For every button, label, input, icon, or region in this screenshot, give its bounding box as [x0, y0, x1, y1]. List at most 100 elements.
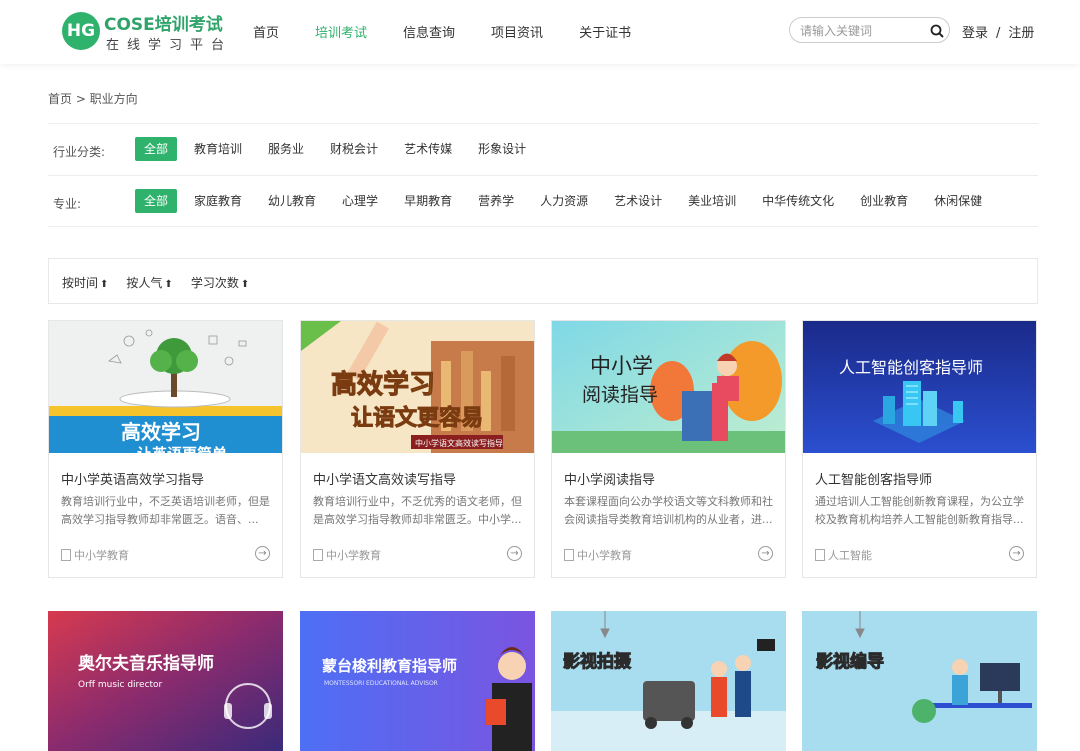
course-title[interactable]: 中小学阅读指导 [564, 469, 655, 488]
major-option-all[interactable]: 全部 [135, 189, 178, 213]
main-nav: 首页 培训考试 信息查询 项目资讯 关于证书 [253, 22, 667, 41]
arrow-right-circle-icon[interactable]: → [507, 546, 522, 561]
course-tag-label: 中小学教育 [326, 549, 381, 562]
course-description: 通过培训人工智能创新教育课程，为公立学校及教育机构培养人工智能创新教育指导... [815, 495, 1024, 526]
course-card[interactable]: 高效学习 让英语更简单 中小学英语高效学习指导 教育培训行业中，不乏英语培训老师… [48, 320, 283, 578]
course-cover-image: 中小学 阅读指导 [552, 321, 785, 453]
logo-title: COSE培训考试 [104, 15, 223, 35]
cover-text: 奥尔夫音乐指导师 [78, 653, 214, 674]
course-tag-label: 人工智能 [828, 549, 872, 562]
breadcrumb[interactable]: 首页 > 职业方向 [48, 90, 138, 107]
industry-option[interactable]: 财税会计 [321, 137, 387, 161]
course-cover-image: 高效学习 让英语更简单 [49, 321, 282, 453]
arrow-right-circle-icon[interactable]: → [255, 546, 270, 561]
course-title[interactable]: 中小学英语高效学习指导 [61, 469, 204, 488]
document-icon [61, 549, 71, 561]
cover-text: 高效学习 [121, 420, 201, 444]
cover-text: 人工智能创客指导师 [839, 358, 983, 377]
industry-filter-label: 行业分类: [53, 145, 106, 159]
document-icon [313, 549, 323, 561]
course-tag: 中小学教育 [564, 547, 632, 563]
industry-option[interactable]: 教育培训 [185, 137, 251, 161]
arrow-right-circle-icon[interactable]: → [1009, 546, 1024, 561]
nav-about-certificate[interactable]: 关于证书 [579, 22, 631, 41]
course-tag: 人工智能 [815, 547, 872, 563]
major-option[interactable]: 中华传统文化 [753, 189, 843, 213]
course-card[interactable]: 高效学习 让语文更容易 中小学语文高效读写指导 中小学语文高效读写指导 教育培训… [300, 320, 535, 578]
nav-training-exam[interactable]: 培训考试 [315, 22, 367, 41]
document-icon [564, 549, 574, 561]
course-cover-image: 人工智能创客指导师 [803, 321, 1036, 453]
top-header: HG COSE培训考试 在线学习平台 首页 培训考试 信息查询 项目资讯 关于证… [0, 0, 1080, 64]
cover-text: 中小学 [590, 354, 653, 378]
search-input[interactable] [800, 22, 925, 39]
nav-info-query[interactable]: 信息查询 [403, 22, 455, 41]
sort-label: 按时间 [62, 276, 99, 290]
course-description: 本套课程面向公办学校语文等文科教师和社会阅读指导类教育培训机构的从业者，进... [564, 495, 773, 526]
sort-label: 按人气 [126, 276, 163, 290]
cover-text: 影视编导 [816, 651, 884, 672]
major-option[interactable]: 人力资源 [531, 189, 597, 213]
sort-by-time[interactable]: 按时间 ⬆ [62, 274, 108, 291]
course-card-cover[interactable]: 影视编导 [802, 611, 1037, 751]
major-option[interactable]: 家庭教育 [185, 189, 251, 213]
login-link[interactable]: 登录 [962, 26, 988, 41]
course-cover-image: 高效学习 让语文更容易 中小学语文高效读写指导 [301, 321, 534, 453]
nav-project-news[interactable]: 项目资讯 [491, 22, 543, 41]
sort-by-study-count[interactable]: 学习次数 ⬆ [191, 274, 249, 291]
cover-subtext: 阅读指导 [582, 384, 658, 406]
sort-arrow-icon: ⬆ [164, 279, 173, 290]
course-card[interactable]: 中小学 阅读指导 中小学阅读指导 本套课程面向公办学校语文等文科教师和社会阅读指… [551, 320, 786, 578]
major-option[interactable]: 休闲保健 [925, 189, 991, 213]
sort-bar: 按时间 ⬆ 按人气 ⬆ 学习次数 ⬆ [48, 258, 1038, 304]
course-card-cover[interactable]: 蒙台梭利教育指导师 MONTESSORI EDUCATIONAL ADVISOR [300, 611, 535, 751]
industry-option[interactable]: 形象设计 [469, 137, 535, 161]
nav-home[interactable]: 首页 [253, 22, 279, 41]
auth-links: 登录 / 注册 [962, 22, 1034, 41]
industry-option-all[interactable]: 全部 [135, 137, 178, 161]
cover-small-text: 中小学语文高效读写指导 [415, 438, 503, 448]
course-tag-label: 中小学教育 [74, 549, 129, 562]
auth-separator: / [996, 26, 1001, 41]
major-filter: 专业: 全部 家庭教育 幼儿教育 心理学 早期教育 营养学 人力资源 艺术设计 … [48, 175, 1038, 227]
logo-mark: HG [62, 12, 100, 50]
cover-subtext: 让语文更容易 [351, 405, 483, 431]
industry-option[interactable]: 艺术传媒 [395, 137, 461, 161]
cover-text: 影视拍摄 [563, 651, 632, 672]
sort-arrow-icon: ⬆ [240, 279, 250, 290]
cover-subtext: Orff music director [78, 680, 163, 690]
major-option[interactable]: 创业教育 [851, 189, 917, 213]
cover-text: 高效学习 [331, 369, 435, 400]
logo-subtitle: 在线学习平台 [106, 38, 233, 53]
major-option[interactable]: 心理学 [333, 189, 387, 213]
register-link[interactable]: 注册 [1008, 26, 1034, 41]
course-description: 教育培训行业中，不乏优秀的语文老师，但是高效学习指导教师却非常匮乏。中小学... [313, 495, 522, 526]
major-option[interactable]: 艺术设计 [605, 189, 671, 213]
search-box [789, 17, 950, 43]
course-title[interactable]: 中小学语文高效读写指导 [313, 469, 456, 488]
course-title[interactable]: 人工智能创客指导师 [815, 469, 932, 488]
site-logo[interactable]: HG COSE培训考试 在线学习平台 [62, 10, 232, 54]
cover-subtext: 让英语更简单 [137, 445, 227, 453]
sort-by-popularity[interactable]: 按人气 ⬆ [126, 274, 172, 291]
course-card-cover[interactable]: 奥尔夫音乐指导师 Orff music director [48, 611, 283, 751]
search-icon[interactable] [929, 23, 945, 39]
major-option[interactable]: 营养学 [469, 189, 523, 213]
major-option[interactable]: 早期教育 [395, 189, 461, 213]
arrow-right-circle-icon[interactable]: → [758, 546, 773, 561]
course-card[interactable]: 人工智能创客指导师 人工智能创客指导师 通过培训人工智能创新教育课程，为公立学校… [802, 320, 1037, 578]
course-tag-label: 中小学教育 [577, 549, 632, 562]
course-description: 教育培训行业中，不乏英语培训老师，但是高效学习指导教师却非常匮乏。语音、... [61, 495, 270, 526]
sort-label: 学习次数 [190, 276, 239, 290]
sort-arrow-icon: ⬆ [100, 279, 109, 290]
document-icon [815, 549, 825, 561]
course-tag: 中小学教育 [61, 547, 129, 563]
cover-subtext: MONTESSORI EDUCATIONAL ADVISOR [324, 680, 438, 687]
industry-filter: 行业分类: 全部 教育培训 服务业 财税会计 艺术传媒 形象设计 [48, 123, 1038, 175]
industry-option[interactable]: 服务业 [259, 137, 313, 161]
major-option[interactable]: 美业培训 [679, 189, 745, 213]
course-card-cover[interactable]: 影视拍摄 [551, 611, 786, 751]
major-filter-label: 专业: [53, 197, 82, 211]
major-option[interactable]: 幼儿教育 [259, 189, 325, 213]
cover-text: 蒙台梭利教育指导师 [322, 657, 457, 675]
